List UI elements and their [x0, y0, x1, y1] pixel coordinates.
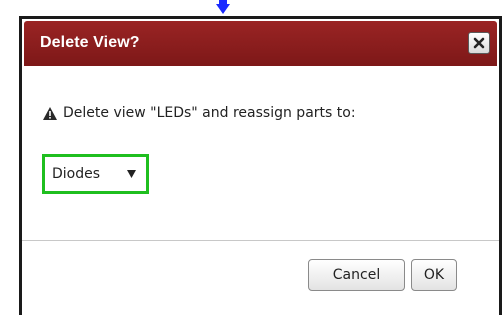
caret-down-icon [127, 170, 136, 178]
page: Delete View? Delete view "LEDs" and reas… [0, 0, 502, 315]
close-icon [473, 37, 485, 49]
delete-view-dialog: Delete View? Delete view "LEDs" and reas… [19, 16, 502, 315]
dialog-divider [22, 240, 499, 241]
dialog-message-text: Delete view "LEDs" and reassign parts to… [63, 105, 356, 121]
reassign-view-select[interactable]: Diodes [42, 154, 149, 194]
ok-button[interactable]: OK [411, 259, 457, 291]
close-button[interactable] [468, 32, 490, 54]
dialog-message: Delete view "LEDs" and reassign parts to… [43, 103, 356, 123]
dialog-title: Delete View? [40, 34, 140, 51]
arrow-down-icon [216, 0, 230, 14]
dialog-titlebar: Delete View? [24, 21, 497, 66]
cancel-button[interactable]: Cancel [308, 259, 405, 291]
warning-icon [43, 106, 57, 120]
select-value: Diodes [52, 166, 101, 182]
